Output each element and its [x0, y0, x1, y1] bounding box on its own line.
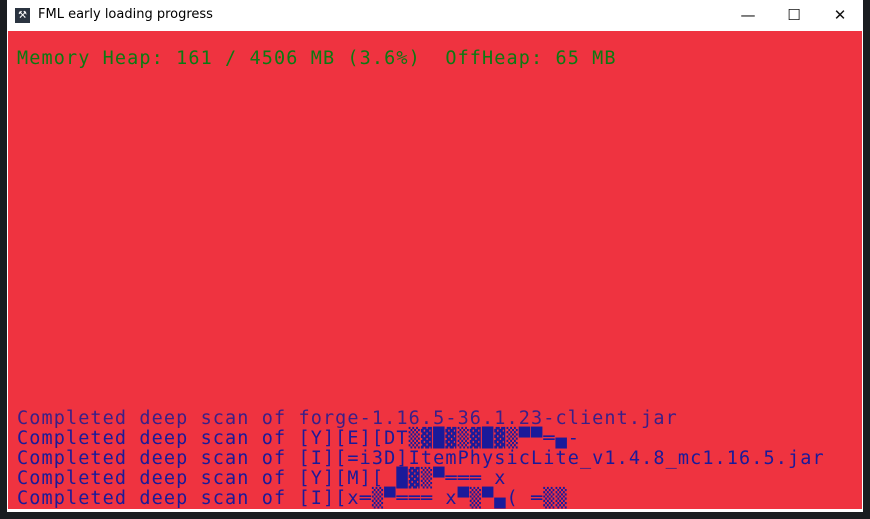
log-line: Completed deep scan of [I][=i3D]ItemPhys… — [17, 448, 825, 469]
minimize-button[interactable]: — — [725, 0, 771, 31]
log-line: Completed deep scan of [Y][E][DT▒▓█▓▒▓█▓… — [17, 428, 580, 449]
title-bar[interactable]: ⚒ FML early loading progress — ☐ ✕ — [7, 0, 863, 31]
log-line: Completed deep scan of [I][x═▒▀═══ x▀▒▀▄… — [17, 488, 568, 509]
app-window: ⚒ FML early loading progress — ☐ ✕ Memor… — [7, 0, 863, 512]
maximize-button[interactable]: ☐ — [771, 0, 817, 31]
memory-status: Memory Heap: 161 / 4506 MB (3.6%) OffHea… — [17, 48, 617, 69]
loading-screen: Memory Heap: 161 / 4506 MB (3.6%) OffHea… — [8, 31, 862, 509]
anvil-icon: ⚒ — [15, 8, 30, 23]
log-line: Completed deep scan of [Y][M][ █▓▒▀═══ x — [17, 468, 507, 489]
log-line: Completed deep scan of forge-1.16.5-36.1… — [17, 408, 678, 429]
window-title: FML early loading progress — [38, 7, 213, 22]
close-button[interactable]: ✕ — [817, 0, 863, 31]
